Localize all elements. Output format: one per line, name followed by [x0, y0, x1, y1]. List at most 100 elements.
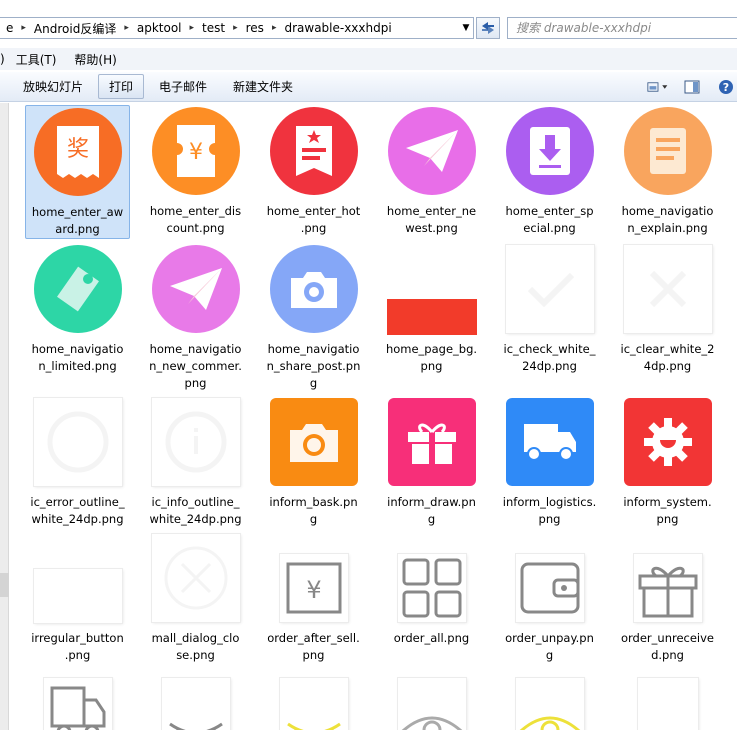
file-item[interactable]: inform_logistics. png	[497, 396, 602, 528]
breadcrumb-item[interactable]: res	[242, 21, 268, 35]
hot-list-icon	[269, 107, 358, 195]
breadcrumb-item[interactable]: e	[2, 21, 17, 35]
file-name: home_navigatio	[149, 342, 242, 356]
file-name: n_explain.png	[627, 221, 708, 235]
file-item[interactable]: inform_system. png	[615, 396, 720, 528]
chevron-right-icon[interactable]: ▸	[268, 23, 281, 33]
file-item[interactable]	[379, 666, 484, 730]
menu-item-help[interactable]: 帮助(H)	[65, 51, 125, 68]
camera-icon	[269, 398, 358, 486]
file-name: inform_bask.pn	[269, 495, 358, 509]
file-name: ic_info_outline_	[151, 495, 240, 509]
preview-pane-icon[interactable]	[681, 78, 703, 96]
file-name: home_enter_hot	[266, 204, 361, 218]
breadcrumb-item[interactable]: test	[198, 21, 229, 35]
file-item[interactable]: home_page_bg. png	[379, 243, 484, 375]
wallet-icon	[515, 554, 584, 622]
file-name: order_unreceive	[620, 631, 715, 645]
chevron-right-icon[interactable]: ▸	[229, 23, 242, 33]
file-item[interactable]: ic_error_outline_ white_24dp.png	[25, 396, 130, 528]
file-item[interactable]: home_enter_ne west.png	[379, 105, 484, 237]
truck-icon	[505, 398, 594, 486]
view-options-icon[interactable]	[647, 78, 669, 96]
file-name: g	[309, 376, 318, 390]
file-item[interactable]	[615, 666, 720, 730]
chevron-right-icon[interactable]: ▸	[120, 23, 133, 33]
file-item[interactable]: home_enter_sp ecial.png	[497, 105, 602, 237]
file-name: n_limited.png	[38, 359, 117, 373]
breadcrumb-item[interactable]: Android反编译	[30, 20, 120, 37]
file-item[interactable]: home_navigatio n_new_commer. png	[143, 243, 248, 392]
file-item[interactable]: mall_dialog_clo se.png	[143, 532, 248, 664]
page-background-thumbnail	[386, 299, 477, 335]
error-outline-icon	[33, 398, 122, 486]
address-dropdown-icon[interactable]: ▼	[458, 18, 473, 38]
discount-glyph: ¥	[189, 140, 203, 165]
file-item[interactable]: home_navigatio n_explain.png	[615, 105, 720, 237]
file-item[interactable]: home_enter_hot .png	[261, 105, 366, 237]
slideshow-button[interactable]: 放映幻灯片	[12, 74, 94, 99]
file-name: white_24dp.png	[149, 512, 242, 526]
file-name: ic_check_white_	[503, 342, 596, 356]
file-item[interactable]: inform_bask.png	[261, 396, 366, 528]
file-name: west.png	[405, 221, 458, 235]
menu-item-partial[interactable]: )	[0, 52, 7, 66]
file-item[interactable]: ic_clear_white_2 4dp.png	[615, 243, 720, 375]
file-name: .png	[300, 221, 327, 235]
file-item[interactable]: ¥ home_enter_dis count.png	[143, 105, 248, 237]
chevron-right-icon[interactable]: ▸	[17, 23, 30, 33]
file-item[interactable]: order_unpay.pn g	[497, 532, 602, 664]
file-item[interactable]	[261, 666, 366, 730]
help-icon[interactable]: ?	[715, 78, 737, 96]
file-item[interactable]: home_navigatio n_share_post.pn g	[261, 243, 366, 392]
file-name: g	[427, 512, 436, 526]
file-name: ecial.png	[523, 221, 576, 235]
breadcrumb-item[interactable]: drawable-xxxhdpi	[280, 21, 395, 35]
gift-outline-icon	[633, 554, 702, 622]
file-item[interactable]: irregular_button .png	[25, 532, 130, 664]
menu-item-tools[interactable]: 工具(T)	[7, 51, 66, 68]
chevron-right-icon[interactable]: ▸	[186, 23, 199, 33]
paper-plane-icon	[151, 245, 240, 333]
file-name: mall_dialog_clo	[151, 631, 240, 645]
file-item[interactable]: order_all.png	[379, 532, 484, 647]
search-input[interactable]: 搜索 drawable-xxxhdpi	[507, 17, 737, 39]
email-button[interactable]: 电子邮件	[148, 74, 218, 99]
address-bar: e ▸ Android反编译 ▸ apktool ▸ test ▸ res ▸ …	[0, 10, 737, 44]
file-item[interactable]	[497, 666, 602, 730]
menu-bar: ) 工具(T) 帮助(H)	[0, 48, 737, 70]
breadcrumb-item[interactable]: apktool	[133, 21, 186, 35]
award-glyph: 奖	[66, 137, 88, 162]
new-folder-button[interactable]: 新建文件夹	[222, 74, 304, 99]
file-item[interactable]	[143, 666, 248, 730]
file-item[interactable]: 奖 home_enter_aw ard.png	[25, 105, 130, 239]
refresh-icon[interactable]	[476, 17, 500, 39]
scrollbar-thumb[interactable]	[0, 573, 9, 597]
clear-icon	[623, 245, 712, 333]
file-name: g	[309, 512, 318, 526]
file-name: png	[302, 648, 325, 662]
file-name: png	[538, 512, 561, 526]
file-item[interactable]: order_unreceive d.png	[615, 532, 720, 664]
toolbar: 放映幻灯片 打印 电子邮件 新建文件夹 ?	[0, 72, 737, 102]
info-outline-icon	[151, 398, 240, 486]
navigation-scrollbar[interactable]	[0, 103, 9, 730]
file-item[interactable]: ic_check_white_ 24dp.png	[497, 243, 602, 375]
file-name: home_enter_ne	[386, 204, 477, 218]
file-item[interactable]: ic_info_outline_ white_24dp.png	[143, 396, 248, 528]
print-button[interactable]: 打印	[98, 74, 145, 99]
file-name: png	[184, 376, 207, 390]
grid-icon	[397, 554, 466, 622]
paper-plane-icon	[387, 107, 476, 195]
close-icon	[151, 534, 240, 622]
file-name: 24dp.png	[522, 359, 577, 373]
file-name: count.png	[166, 221, 225, 235]
file-item[interactable]: inform_draw.png	[379, 396, 484, 528]
file-name: inform_draw.pn	[387, 495, 476, 509]
file-item[interactable]	[25, 666, 130, 730]
award-icon: 奖	[33, 108, 122, 196]
breadcrumb[interactable]: e ▸ Android反编译 ▸ apktool ▸ test ▸ res ▸ …	[0, 17, 474, 39]
file-item[interactable]: ¥ order_after_sell. png	[261, 532, 366, 664]
camera-icon	[269, 245, 358, 333]
file-item[interactable]: home_navigatio n_limited.png	[25, 243, 130, 375]
